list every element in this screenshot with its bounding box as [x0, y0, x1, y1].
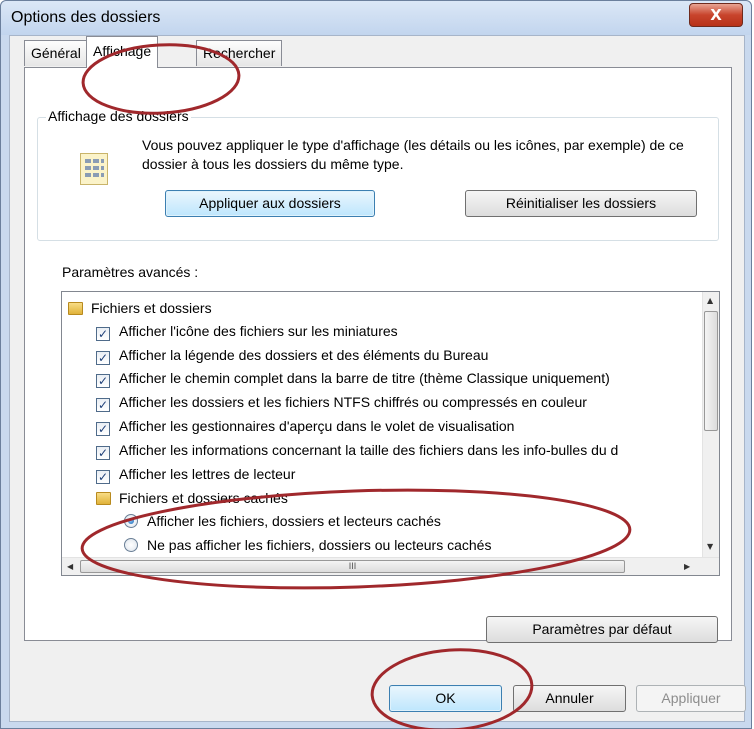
horizontal-scroll-thumb[interactable]: III — [80, 560, 625, 573]
checkbox-checked[interactable]: ✓ — [96, 327, 110, 341]
advanced-settings-list[interactable]: Fichiers et dossiers ✓ Afficher l'icône d… — [61, 291, 720, 576]
folder-view-icon — [80, 153, 108, 185]
restore-defaults-button[interactable]: Paramètres par défaut — [486, 616, 718, 643]
apply-button[interactable]: Appliquer — [636, 685, 746, 712]
checkbox-checked[interactable]: ✓ — [96, 398, 110, 412]
list-item-checkbox[interactable]: ✓ Afficher l'icône des fichiers sur les m… — [96, 321, 398, 343]
vertical-scroll-thumb[interactable] — [704, 311, 718, 431]
radio-unselected[interactable] — [124, 538, 138, 552]
scroll-down-arrow-icon[interactable]: ▼ — [707, 542, 713, 551]
checkbox-checked[interactable]: ✓ — [96, 446, 110, 460]
list-item-radio[interactable]: Afficher les fichiers, dossiers et lecte… — [124, 511, 441, 533]
folder-icon — [68, 302, 83, 315]
list-item-checkbox[interactable]: ✓ Afficher les dossiers et les fichiers N… — [96, 392, 587, 414]
title-bar[interactable]: Options des dossiers X — [1, 1, 751, 35]
list-item-folder[interactable]: Fichiers et dossiers — [68, 298, 212, 320]
scroll-up-arrow-icon[interactable]: ▲ — [707, 296, 713, 305]
scroll-left-arrow-icon[interactable]: ◀ — [67, 562, 73, 571]
list-item-checkbox[interactable]: ✓ Afficher les lettres de lecteur — [96, 464, 295, 486]
list-item-checkbox[interactable]: ✓ Afficher les informations concernant la… — [96, 440, 618, 462]
horizontal-scrollbar[interactable]: ◀ III ▶ — [62, 557, 719, 575]
checkbox-checked[interactable]: ✓ — [96, 374, 110, 388]
tab-rechercher[interactable]: Rechercher — [196, 40, 283, 66]
list-item-checkbox[interactable]: ✓ Afficher les gestionnaires d'aperçu dan… — [96, 416, 514, 438]
folder-view-description: Vous pouvez appliquer le type d'affichag… — [142, 137, 684, 172]
folder-icon — [96, 492, 111, 505]
vertical-scrollbar[interactable]: ▲ ▼ — [702, 292, 719, 557]
scroll-right-arrow-icon[interactable]: ▶ — [684, 562, 690, 571]
list-item-folder[interactable]: Fichiers et dossiers cachés — [96, 488, 288, 510]
close-button[interactable]: X — [689, 3, 743, 27]
checkbox-checked[interactable]: ✓ — [96, 470, 110, 484]
folder-view-group: Affichage des dossiers Vous pouvez appli… — [37, 108, 719, 241]
window-title: Options des dossiers — [11, 9, 161, 26]
cancel-button[interactable]: Annuler — [513, 685, 626, 712]
list-item-checkbox[interactable]: ✓ Afficher la légende des dossiers et des… — [96, 345, 488, 367]
ok-button[interactable]: OK — [389, 685, 502, 712]
checkbox-checked[interactable]: ✓ — [96, 351, 110, 365]
group-title: Affichage des dossiers — [46, 108, 191, 124]
apply-to-folders-button[interactable]: Appliquer aux dossiers — [165, 190, 375, 217]
list-item-checkbox[interactable]: ✓ Afficher le chemin complet dans la barr… — [96, 368, 610, 390]
checkbox-checked[interactable]: ✓ — [96, 422, 110, 436]
tab-affichage[interactable]: Affichage — [86, 36, 159, 68]
reset-folders-button[interactable]: Réinitialiser les dossiers — [465, 190, 697, 217]
list-item-radio[interactable]: Ne pas afficher les fichiers, dossiers o… — [124, 535, 491, 557]
advanced-settings-label: Paramètres avancés : — [62, 264, 199, 280]
tab-general[interactable]: Général — [24, 40, 88, 66]
radio-selected[interactable] — [124, 514, 138, 528]
